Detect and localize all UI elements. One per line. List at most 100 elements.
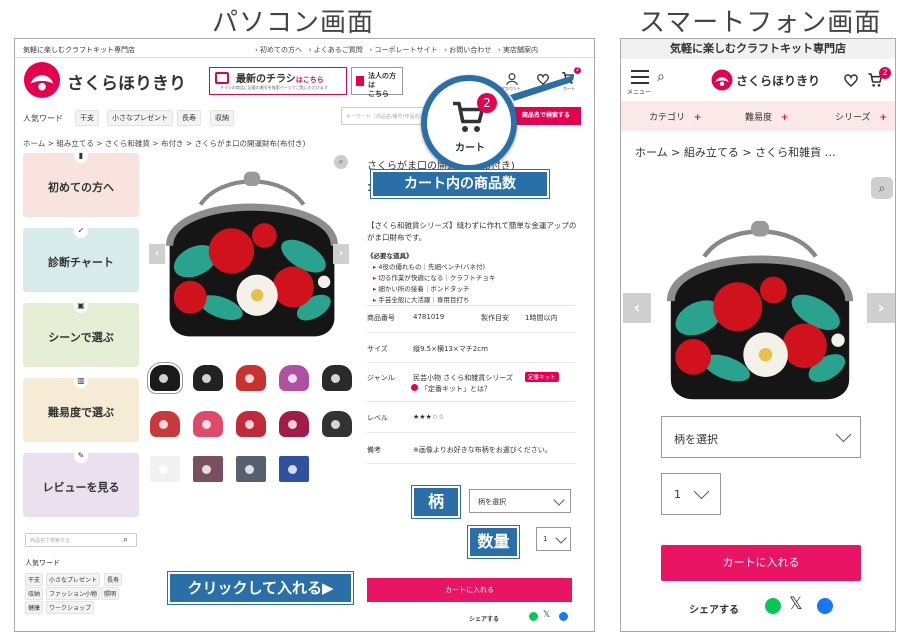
- arrow-icon: [411, 384, 418, 391]
- popular-tag[interactable]: 長寿: [177, 110, 201, 126]
- spec-key: 製作目安: [481, 314, 509, 322]
- top-link[interactable]: コーポレートサイト: [375, 46, 438, 54]
- zoom-icon[interactable]: ⌕: [334, 155, 348, 169]
- breadcrumb-link[interactable]: ホーム: [635, 146, 668, 159]
- spec-key: サイズ: [367, 345, 388, 353]
- thumbnail-flower: [331, 374, 340, 383]
- zoom-icon[interactable]: ⌕: [871, 177, 893, 199]
- qty-select[interactable]: 1: [661, 473, 721, 515]
- tool-item[interactable]: ▸ 手芸全般に大活躍｜専用目打ち: [373, 294, 469, 304]
- side-tag[interactable]: 健康: [25, 601, 44, 614]
- sidebar-card-difficulty[interactable]: ▥ 難易度で選ぶ: [23, 374, 139, 442]
- logo-text[interactable]: さくらほりきり: [67, 69, 186, 94]
- breadcrumb-link[interactable]: ホーム: [23, 139, 45, 148]
- search-button[interactable]: 商品名で検索する: [511, 107, 581, 125]
- sidebar-label: シーンで選ぶ: [48, 331, 114, 344]
- thumbnail[interactable]: [147, 362, 183, 394]
- next-arrow[interactable]: ›: [867, 293, 895, 323]
- share-label: シェアする: [689, 605, 739, 616]
- corp-line1: 法人の方は: [368, 72, 396, 89]
- breadcrumb: ホーム > 組み立てる > さくら和雑貨 …: [635, 146, 836, 159]
- building-icon: [356, 76, 364, 86]
- tab-difficulty[interactable]: 難易度 +: [745, 110, 788, 123]
- thumbnail[interactable]: [236, 411, 266, 437]
- flyer-banner[interactable]: 最新のチラシはこちら チラシの商品に記載の番号を検索ページでご覧いただけます: [209, 67, 347, 95]
- sidebar-card-beginners[interactable]: ▮ 初めての方へ: [23, 149, 139, 217]
- breadcrumb-link[interactable]: 布付き: [161, 139, 184, 148]
- thumbnail[interactable]: [193, 365, 223, 391]
- facebook-icon[interactable]: [559, 612, 568, 621]
- facebook-icon[interactable]: [817, 598, 833, 614]
- thumbnail-flower: [245, 465, 254, 474]
- qty-select[interactable]: 1: [536, 527, 571, 551]
- logo-text[interactable]: さくらほりきり: [736, 72, 820, 89]
- heart-icon[interactable]: [843, 72, 859, 92]
- thumbnail[interactable]: [279, 456, 309, 482]
- top-link[interactable]: 初めての方へ: [260, 46, 302, 54]
- thumbnail[interactable]: [150, 456, 180, 482]
- thumbnail-flower: [159, 420, 168, 429]
- thumbnail[interactable]: [236, 365, 266, 391]
- thumbnail[interactable]: [279, 411, 309, 437]
- popular-tag[interactable]: 干支: [75, 110, 99, 126]
- tab-category[interactable]: カテゴリ +: [649, 110, 701, 123]
- add-to-cart-button[interactable]: カートに入れる: [367, 578, 572, 602]
- popular-tag[interactable]: 小さなプレゼント: [107, 110, 173, 126]
- side-search-input[interactable]: 商品名で検索する: [25, 533, 137, 547]
- prev-arrow[interactable]: ‹: [623, 293, 651, 323]
- thumbnail[interactable]: [279, 365, 309, 391]
- product-desc: がま口財布です。: [367, 233, 427, 242]
- side-tag[interactable]: 照明: [101, 587, 120, 600]
- tool-item[interactable]: ▸ 4役の優れもの｜先細ペンチ(バネ付): [373, 261, 485, 271]
- side-popular-label: 人気ワード: [25, 559, 60, 567]
- logo-mark[interactable]: [23, 61, 61, 99]
- tab-series[interactable]: シリーズ +: [835, 110, 887, 123]
- thumbnail[interactable]: [193, 456, 223, 482]
- side-tag[interactable]: 小さなプレゼント: [46, 573, 101, 586]
- sidebar-card-chart[interactable]: ✓ 診断チャート: [23, 224, 139, 292]
- sidebar-card-review[interactable]: ✎ レビューを見る: [23, 449, 139, 517]
- standard-kit-link[interactable]: 「定番キット」とは？: [421, 384, 491, 394]
- logo-mark[interactable]: [711, 69, 733, 95]
- side-tag[interactable]: ファッション小物: [46, 587, 101, 600]
- x-icon[interactable]: 𝕏: [543, 610, 550, 620]
- bookmark-icon: ▮: [74, 149, 88, 163]
- corporate-banner[interactable]: 法人の方は こちら: [351, 67, 403, 98]
- breadcrumb-link[interactable]: 組み立てる: [56, 139, 94, 148]
- tool-item[interactable]: ▸ 細かい所の接着｜ボンドタッチ: [373, 283, 469, 293]
- search-icon[interactable]: ⌕: [123, 535, 128, 545]
- search-icon[interactable]: ⌕: [657, 69, 665, 85]
- chevron-down-icon: [555, 532, 567, 544]
- top-link[interactable]: お問い合わせ: [449, 46, 491, 54]
- thumbnail[interactable]: [150, 411, 180, 437]
- line-icon[interactable]: [765, 598, 781, 614]
- line-icon[interactable]: [529, 612, 538, 621]
- thumbnail[interactable]: [322, 411, 352, 437]
- thumbnail[interactable]: [236, 456, 266, 482]
- side-tag[interactable]: 干支: [25, 573, 44, 586]
- popular-tag[interactable]: 収納: [210, 110, 234, 126]
- side-tag[interactable]: ワークショップ: [46, 601, 95, 614]
- sidebar-card-scene[interactable]: ▣ シーンで選ぶ: [23, 299, 139, 367]
- top-link[interactable]: 実店舗案内: [503, 46, 538, 54]
- top-link[interactable]: よくあるご質問: [314, 46, 363, 54]
- breadcrumb-link[interactable]: さくら和雑貨 …: [755, 146, 836, 159]
- spec-key: ジャンル: [367, 374, 395, 382]
- thumbnail-flower: [288, 374, 297, 383]
- breadcrumb-link[interactable]: 組み立てる: [684, 146, 739, 159]
- side-tag[interactable]: 収納: [25, 587, 44, 600]
- side-tag[interactable]: 長寿: [104, 573, 123, 586]
- badge-standard: 定番キット: [525, 372, 559, 382]
- hamburger-icon[interactable]: [631, 70, 649, 84]
- pattern-select[interactable]: 柄を選択: [661, 416, 861, 458]
- next-arrow[interactable]: ›: [333, 244, 349, 264]
- breadcrumb-link[interactable]: さくら和雑貨: [105, 139, 150, 148]
- x-icon[interactable]: 𝕏: [789, 594, 803, 614]
- pattern-select[interactable]: 柄を選択: [469, 489, 571, 513]
- tool-item[interactable]: ▸ 切る作業が快適になる｜クラフトチョキ: [373, 272, 495, 282]
- add-to-cart-button[interactable]: カートに入れる: [661, 545, 861, 581]
- thumbnail[interactable]: [193, 411, 223, 437]
- spec-value[interactable]: 民芸小物 さくら和雑貨シリーズ: [413, 373, 513, 383]
- prev-arrow[interactable]: ‹: [149, 244, 165, 264]
- thumbnail[interactable]: [322, 365, 352, 391]
